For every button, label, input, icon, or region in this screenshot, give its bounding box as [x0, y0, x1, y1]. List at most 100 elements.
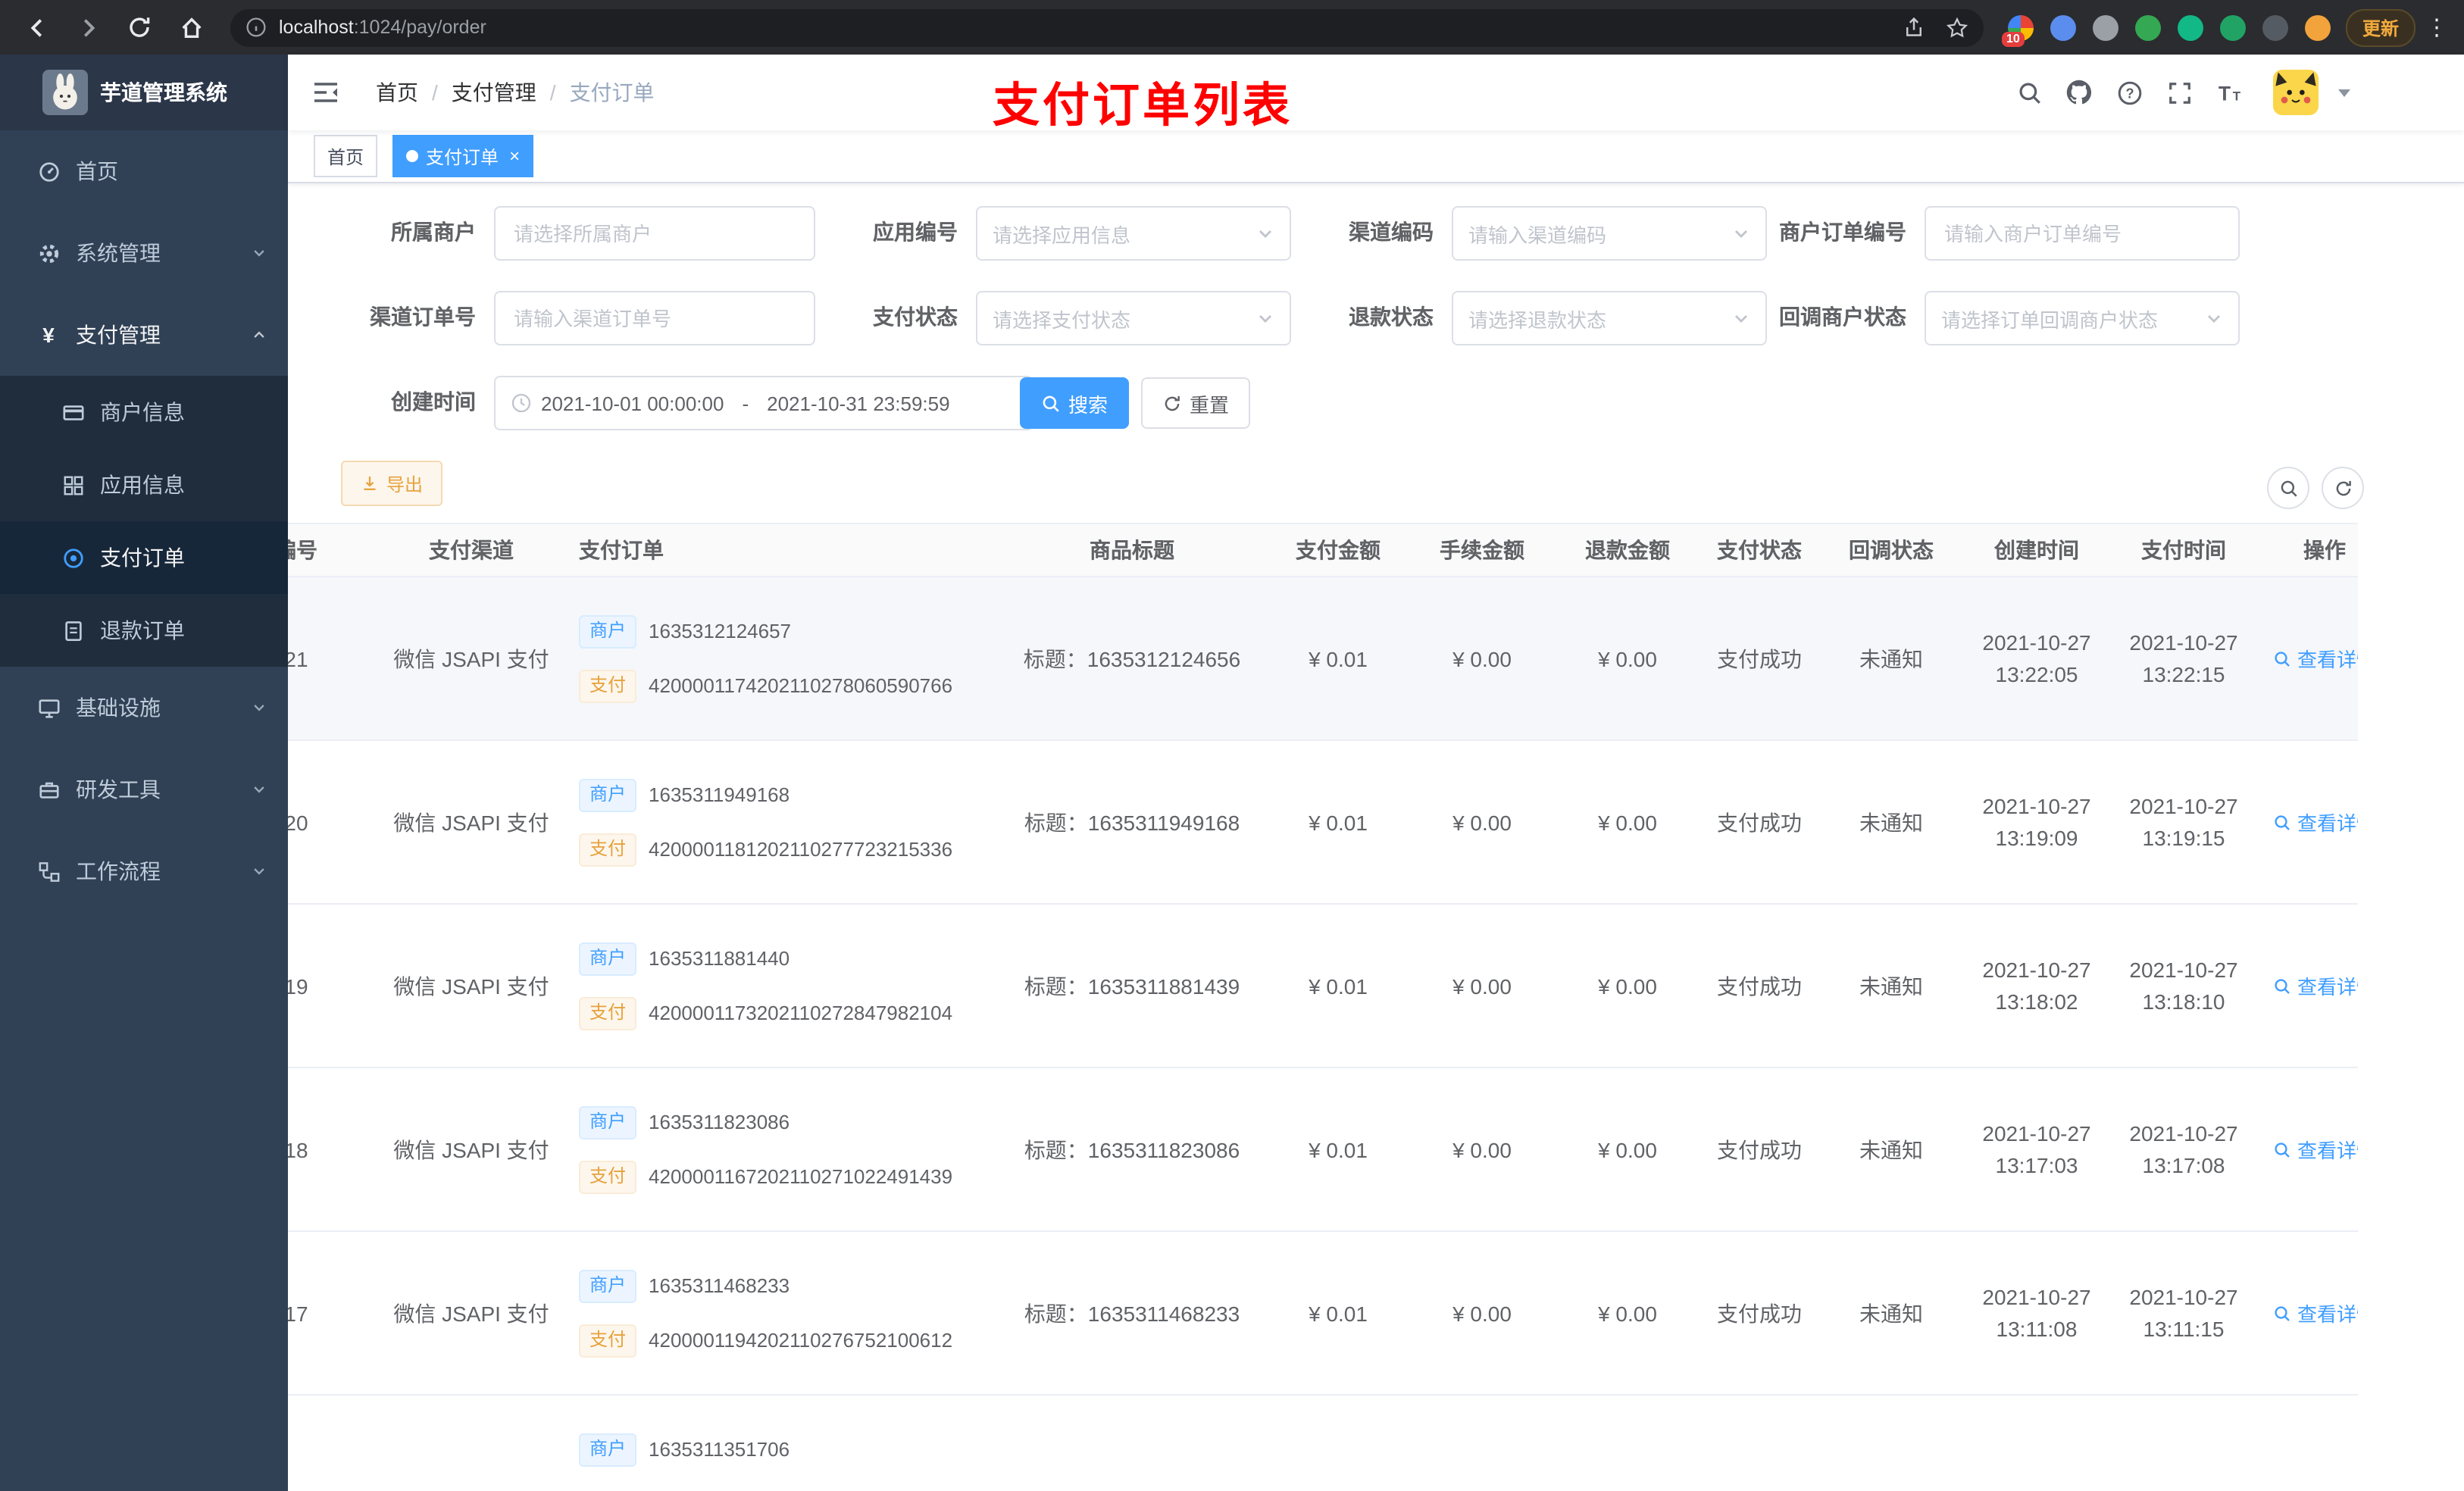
table-body: 21 微信 JSAPI 支付 商户 1635312124657 支付 42000… — [288, 577, 2358, 1491]
font-size-icon[interactable]: TT — [2214, 77, 2244, 108]
extension-badge: 10 — [2001, 31, 2025, 46]
export-button[interactable]: 导出 — [341, 461, 443, 506]
pay-tag: 支付 — [579, 1160, 637, 1193]
merchant-tag: 商户 — [579, 1269, 637, 1302]
card-icon — [61, 400, 85, 424]
check-extension[interactable] — [2177, 14, 2203, 40]
sidebar-item-workflow[interactable]: 工作流程 — [0, 830, 288, 912]
sidebar-item-pay-order[interactable]: 支付订单 — [0, 521, 288, 594]
cell-pay-order: 商户 1635312124657 支付 42000011742021102780… — [555, 577, 1000, 739]
pay-tag: 支付 — [579, 669, 637, 702]
browser-forward-icon[interactable] — [67, 6, 109, 48]
sidebar-item-payment[interactable]: ¥ 支付管理 — [0, 294, 288, 376]
dark-extension[interactable] — [2262, 14, 2288, 40]
browser-menu-icon[interactable]: ⋮ — [2425, 14, 2449, 41]
search-button[interactable]: 搜索 — [1020, 377, 1129, 429]
cell-id: 19 — [288, 974, 308, 998]
cell-actions: 查看详情 — [2261, 1232, 2358, 1394]
search-icon[interactable] — [2014, 77, 2044, 108]
cell-status: 支付成功 — [1717, 1137, 1802, 1161]
filter-label-refund-status: 退款状态 — [1349, 305, 1434, 329]
cell-notify-status: 未通知 — [1859, 1137, 1923, 1161]
avatar-caret-icon[interactable] — [2338, 89, 2350, 103]
cell-fee — [1412, 1396, 1552, 1491]
view-detail-link[interactable]: 查看详情 — [2273, 971, 2358, 1000]
cell-amount: ¥ 0.01 — [1309, 646, 1368, 670]
sidebar-item-home[interactable]: 首页 — [0, 130, 288, 212]
toggle-search-button[interactable] — [2267, 467, 2309, 509]
cell-title: 标题：1635311949168 — [1024, 810, 1240, 834]
close-tab-icon[interactable]: × — [509, 147, 520, 165]
breadcrumb-payment[interactable]: 支付管理 — [452, 77, 536, 108]
table-header: 编号 支付渠道 支付订单 商品标题 支付金额 手续金额 退款金额 支付状态 回调… — [288, 523, 2358, 577]
filter-label-channel-order: 渠道订单号 — [370, 305, 476, 329]
sidebar-item-refund-order[interactable]: 退款订单 — [0, 594, 288, 667]
merchant-tag: 商户 — [579, 942, 637, 975]
refresh-table-button[interactable] — [2322, 467, 2364, 509]
filter-label-merchant: 所属商户 — [391, 220, 476, 244]
blue-extension[interactable] — [2050, 14, 2076, 40]
browser-back-icon[interactable] — [15, 6, 58, 48]
hamburger-icon[interactable] — [311, 77, 341, 108]
pay-tag: 支付 — [579, 996, 637, 1030]
github-icon[interactable] — [2064, 77, 2094, 108]
tab-home[interactable]: 首页 — [314, 135, 378, 177]
user-avatar[interactable] — [2273, 70, 2319, 115]
view-detail-link[interactable]: 查看详情 — [2273, 1135, 2358, 1164]
filter-callback-status-select[interactable]: 请选择订单回调商户状态 — [1925, 291, 2240, 345]
filter-label-callback-status: 回调商户状态 — [1779, 305, 1906, 329]
sidebar-item-devtools[interactable]: 研发工具 — [0, 749, 288, 830]
square-extension[interactable] — [2219, 14, 2246, 40]
cell-refund: ¥ 0.00 — [1598, 1301, 1657, 1325]
orange-extension[interactable] — [2304, 14, 2331, 40]
green-extension[interactable] — [2134, 14, 2161, 40]
cell-pay-order: 商户 1635311949168 支付 42000011812021102777… — [555, 741, 1000, 903]
fullscreen-icon[interactable] — [2164, 77, 2194, 108]
browser-update-button[interactable]: 更新 — [2345, 8, 2416, 46]
colorful-extension[interactable]: 10 — [2001, 14, 2034, 46]
bookmark-star-icon[interactable] — [1946, 16, 1968, 39]
cell-create-time: 2021-10-27 13:18:02 — [1982, 957, 2091, 1013]
orders-table: 编号 支付渠道 支付订单 商品标题 支付金额 手续金额 退款金额 支付状态 回调… — [288, 523, 2358, 1491]
cell-pay-time: 2021-10-27 13:19:15 — [2129, 793, 2238, 849]
browser-refresh-icon[interactable] — [118, 6, 161, 48]
cell-actions: 查看详情 — [2261, 905, 2358, 1067]
cell-actions: 查看详情 — [2261, 1068, 2358, 1230]
cell-create-time — [1967, 1396, 2106, 1491]
sidebar-item-merchant-info[interactable]: 商户信息 — [0, 376, 288, 449]
gray-extension[interactable] — [2092, 14, 2118, 40]
top-navbar: 首页 / 支付管理 / 支付订单 支付订单列表 ? T T — [288, 55, 2464, 132]
filter-create-time-range[interactable]: 2021-10-01 00:00:00 - 2021-10-31 23:59:5… — [494, 376, 1033, 430]
filter-label-merchant-order: 商户订单编号 — [1779, 220, 1906, 244]
address-bar[interactable]: localhost:1024/pay/order — [230, 8, 1984, 46]
sidebar-item-infra[interactable]: 基础设施 — [0, 667, 288, 749]
view-detail-link[interactable]: 查看详情 — [2273, 1299, 2358, 1327]
view-detail-link[interactable]: 查看详情 — [2273, 644, 2358, 673]
extension-area: 10 — [2001, 14, 2331, 46]
merchant-order-no: 1635312124657 — [649, 620, 792, 642]
url-text: localhost:1024/pay/order — [279, 17, 486, 38]
chevron-up-icon — [252, 327, 267, 342]
workflow-icon — [36, 859, 61, 883]
filter-merchant-order-input[interactable] — [1925, 206, 2240, 261]
page-content: 所属商户 应用编号 请选择应用信息 渠道编码 请输入渠道编码 商户订单编号 — [288, 183, 2464, 1491]
cell-id: 17 — [288, 1301, 308, 1325]
clock-icon — [511, 392, 532, 414]
dashboard-icon — [36, 159, 61, 183]
site-info-icon[interactable] — [245, 17, 267, 38]
share-icon[interactable] — [1903, 16, 1925, 39]
merchant-order-no: 1635311881440 — [649, 947, 790, 970]
sidebar-item-app-info[interactable]: 应用信息 — [0, 449, 288, 521]
reset-button[interactable]: 重置 — [1141, 377, 1250, 429]
tab-pay-order[interactable]: 支付订单 × — [392, 135, 534, 177]
target-icon — [61, 545, 85, 570]
help-icon[interactable]: ? — [2114, 77, 2144, 108]
sidebar-item-system[interactable]: 系统管理 — [0, 212, 288, 294]
breadcrumb-home[interactable]: 首页 — [376, 77, 418, 108]
screen: localhost:1024/pay/order 10 更新 ⋮ 芋道管理系统 — [0, 0, 2464, 1491]
table-row: 商户 1635311351706 — [288, 1396, 2358, 1491]
browser-home-icon[interactable] — [170, 6, 212, 48]
cell-title: 标题：1635311823086 — [1024, 1137, 1240, 1161]
view-detail-link[interactable]: 查看详情 — [2273, 808, 2358, 836]
cell-channel: 微信 JSAPI 支付 — [393, 1301, 549, 1325]
